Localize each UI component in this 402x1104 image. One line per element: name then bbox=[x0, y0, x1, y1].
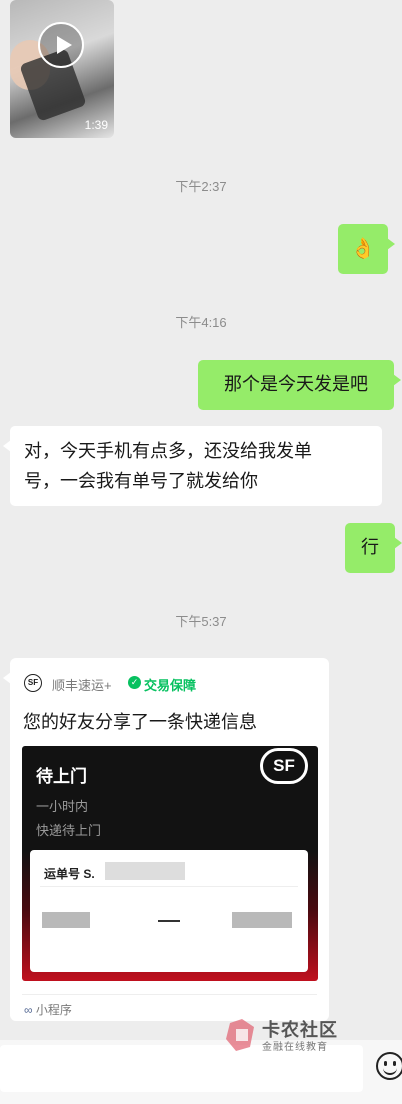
watermark-logo-icon bbox=[226, 1019, 254, 1051]
message-text-line: 号，一会我有单号了就发给你 bbox=[24, 471, 258, 491]
message-text: 行 bbox=[361, 537, 379, 557]
sf-brand-icon: SF bbox=[260, 748, 308, 784]
redacted-waybill-number bbox=[105, 862, 185, 880]
route-arrow-icon bbox=[158, 920, 180, 922]
message-bubble-outgoing[interactable]: 行 bbox=[345, 523, 402, 573]
divider bbox=[22, 994, 317, 995]
redacted-origin bbox=[42, 912, 90, 928]
message-bubble-incoming[interactable]: 对，今天手机有点多，还没给我发单 号，一会我有单号了就发给你 bbox=[3, 426, 382, 506]
mini-program-label: ∞ 小程序 bbox=[24, 1001, 72, 1018]
video-message[interactable]: 1:39 bbox=[10, 0, 114, 138]
shared-express-card[interactable]: SF 顺丰速运+ ✓ 交易保障 您的好友分享了一条快递信息 待上门 一小时内 快… bbox=[3, 658, 329, 1021]
card-title: 您的好友分享了一条快递信息 bbox=[23, 712, 257, 732]
shield-check-icon: ✓ bbox=[128, 676, 141, 689]
sf-logo-icon: SF bbox=[24, 674, 42, 692]
emoji-icon[interactable] bbox=[376, 1052, 402, 1080]
waybill-panel: 运单号 S. bbox=[30, 850, 308, 972]
watermark-tagline: 金融在线教育 bbox=[262, 1042, 328, 1053]
mini-program-text: 小程序 bbox=[35, 1003, 72, 1017]
video-duration: 1:39 bbox=[84, 118, 108, 132]
express-preview: 待上门 一小时内 快递待上门 SF 运单号 S. bbox=[22, 746, 318, 981]
redacted-destination bbox=[232, 912, 292, 928]
ok-hand-emoji: 👌 bbox=[350, 238, 376, 260]
trade-guarantee-label: 交易保障 bbox=[144, 678, 197, 693]
status-subtitle: 一小时内 bbox=[36, 799, 89, 814]
sf-brand-text: SF bbox=[273, 756, 295, 775]
card-source: 顺丰速运+ bbox=[52, 678, 112, 693]
divider bbox=[40, 886, 298, 887]
play-icon[interactable] bbox=[38, 22, 84, 68]
message-text-line: 对，今天手机有点多，还没给我发单 bbox=[24, 441, 312, 461]
message-bubble-outgoing[interactable]: 👌 bbox=[338, 224, 395, 274]
status-subtitle: 快递待上门 bbox=[36, 823, 102, 838]
timestamp: 下午4:16 bbox=[175, 315, 227, 330]
timestamp: 下午5:37 bbox=[175, 614, 227, 629]
message-bubble-outgoing[interactable]: 那个是今天发是吧 bbox=[198, 360, 401, 410]
message-text: 那个是今天发是吧 bbox=[224, 374, 368, 394]
mini-program-icon: ∞ bbox=[24, 1003, 33, 1017]
waybill-label: 运单号 S. bbox=[44, 867, 95, 881]
timestamp: 下午2:37 bbox=[175, 179, 227, 194]
status-title: 待上门 bbox=[36, 767, 87, 786]
